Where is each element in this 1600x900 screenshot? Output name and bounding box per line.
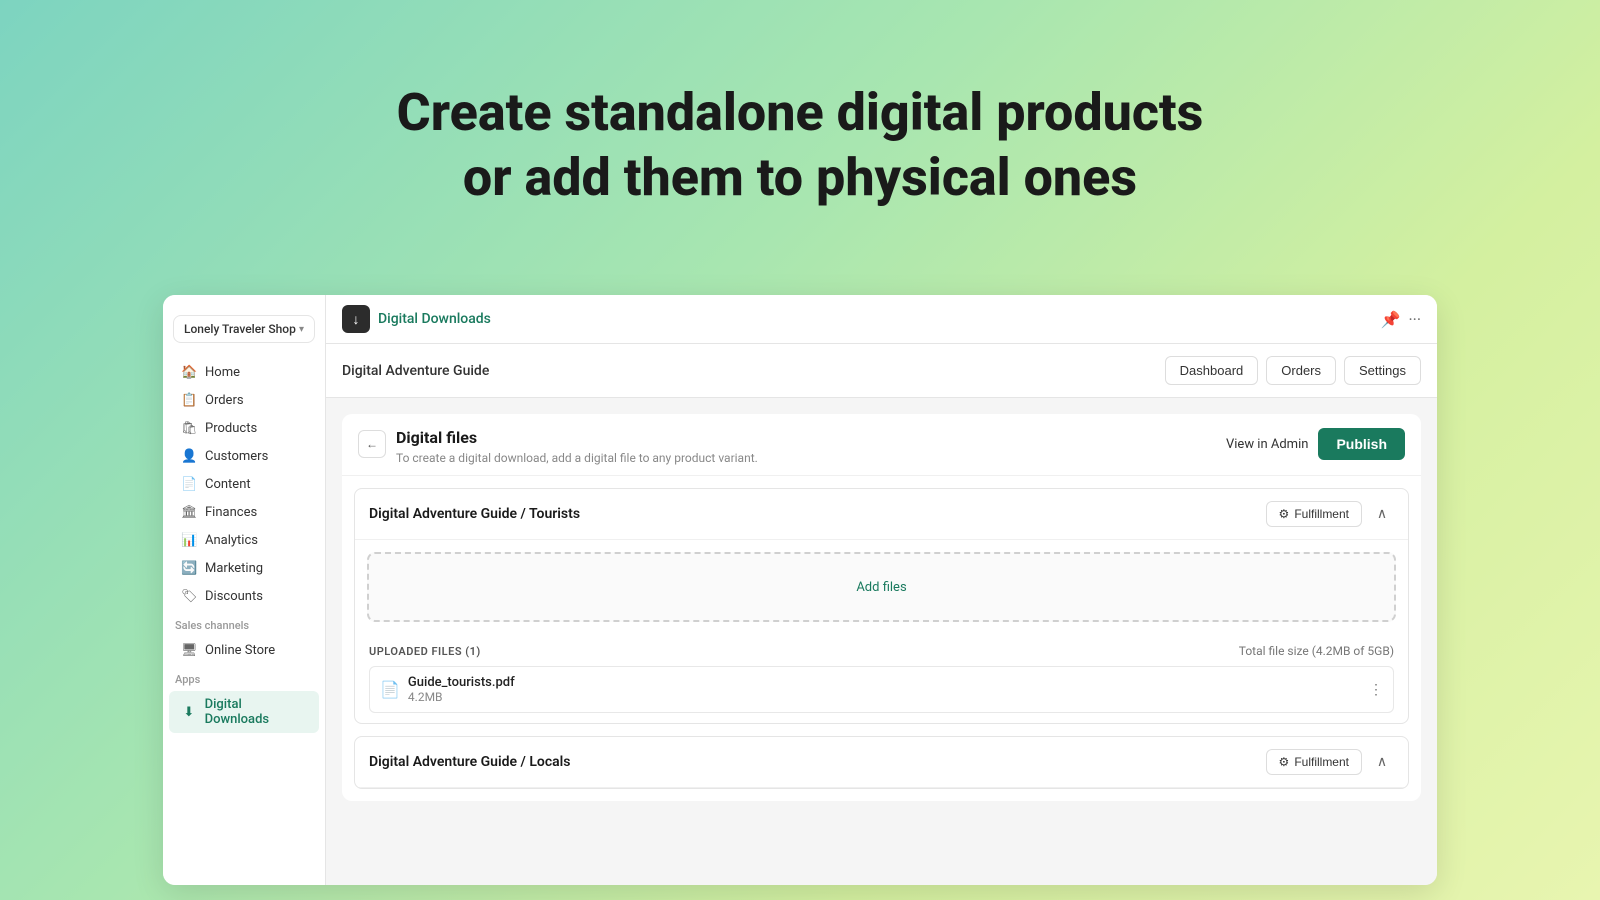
upload-zone[interactable]: Add files [367, 552, 1396, 622]
gear-icon-2: ⚙ [1279, 755, 1290, 769]
collapse-button-2[interactable]: ∧ [1370, 750, 1394, 774]
settings-button[interactable]: Settings [1344, 356, 1421, 385]
sidebar: Lonely Traveler Shop ▾ 🏠 Home 📋 Orders 🛍… [163, 295, 326, 885]
download-icon: ↓ [353, 311, 360, 328]
sidebar-item-label: Content [205, 477, 251, 492]
sidebar-item-marketing[interactable]: 🔄 Marketing [169, 555, 319, 582]
digital-files-title: Digital files [396, 428, 758, 447]
hero-section: Create standalone digital products or ad… [0, 0, 1600, 250]
total-size: Total file size (4.2MB of 5GB) [1239, 644, 1394, 658]
product-section-actions-2: ⚙ Fulfillment ∧ [1266, 749, 1394, 775]
top-bar: ↓ Digital Downloads 📌 ··· [326, 295, 1437, 344]
pin-icon[interactable]: 📌 [1381, 310, 1401, 329]
chevron-down-icon: ▾ [299, 324, 304, 335]
page-title: Digital Adventure Guide [342, 363, 489, 379]
digital-files-card: ← Digital files To create a digital down… [342, 414, 1421, 801]
content-icon: 📄 [181, 477, 197, 492]
apps-label: Apps [163, 665, 325, 690]
product-section-actions: ⚙ Fulfillment ∧ [1266, 501, 1394, 527]
analytics-icon: 📊 [181, 533, 197, 548]
file-icon: 📄 [380, 680, 400, 699]
sidebar-item-digital-downloads[interactable]: ⬇ Digital Downloads [169, 691, 319, 733]
fulfillment-label: Fulfillment [1294, 507, 1349, 521]
fulfillment-button[interactable]: ⚙ Fulfillment [1266, 501, 1362, 527]
customers-icon: 👤 [181, 449, 197, 464]
content-area: ↓ Digital Downloads 📌 ··· Digital Advent… [326, 295, 1437, 885]
collapse-button[interactable]: ∧ [1370, 502, 1394, 526]
sidebar-item-finances[interactable]: 🏛 Finances [169, 499, 319, 526]
sidebar-item-label: Home [205, 365, 240, 380]
sidebar-item-label: Analytics [205, 533, 258, 548]
top-bar-left: ↓ Digital Downloads [342, 305, 491, 333]
app-name: Digital Downloads [378, 311, 491, 327]
digital-files-header-left: ← Digital files To create a digital down… [358, 428, 758, 465]
discounts-icon: 🏷 [181, 589, 197, 604]
sidebar-item-label: Products [205, 421, 257, 436]
file-size: 4.2MB [408, 690, 515, 704]
sidebar-item-orders[interactable]: 📋 Orders [169, 387, 319, 414]
online-store-icon: 🖥 [181, 643, 197, 658]
sidebar-item-products[interactable]: 🛍 Products [169, 415, 319, 442]
digital-downloads-icon: ⬇ [181, 705, 197, 720]
uploaded-files-section: UPLOADED FILES (1) Total file size (4.2M… [355, 634, 1408, 723]
orders-icon: 📋 [181, 393, 197, 408]
more-icon[interactable]: ··· [1408, 310, 1421, 329]
sales-channels-label: Sales channels [163, 611, 325, 636]
sidebar-item-discounts[interactable]: 🏷 Discounts [169, 583, 319, 610]
main-card: Lonely Traveler Shop ▾ 🏠 Home 📋 Orders 🛍… [163, 295, 1437, 885]
sidebar-item-home[interactable]: 🏠 Home [169, 359, 319, 386]
file-more-button[interactable]: ⋮ [1369, 682, 1383, 698]
digital-files-subtitle: To create a digital download, add a digi… [396, 451, 758, 465]
uploaded-files-header: UPLOADED FILES (1) Total file size (4.2M… [369, 644, 1394, 658]
back-button[interactable]: ← [358, 430, 386, 458]
file-name: Guide_tourists.pdf [408, 675, 515, 690]
dashboard-button[interactable]: Dashboard [1165, 356, 1259, 385]
page-header-buttons: Dashboard Orders Settings [1165, 356, 1421, 385]
app-icon: ↓ [342, 305, 370, 333]
hero-title: Create standalone digital products or ad… [0, 80, 1600, 210]
product-section-locals: Digital Adventure Guide / Locals ⚙ Fulfi… [354, 736, 1409, 789]
page-header: Digital Adventure Guide Dashboard Orders… [326, 344, 1437, 398]
sidebar-item-online-store[interactable]: 🖥 Online Store [169, 637, 319, 664]
publish-button[interactable]: Publish [1318, 428, 1405, 460]
file-row-left: 📄 Guide_tourists.pdf 4.2MB [380, 675, 515, 704]
sidebar-item-label: Finances [205, 505, 257, 520]
gear-icon: ⚙ [1279, 507, 1290, 521]
product-section-header-2: Digital Adventure Guide / Locals ⚙ Fulfi… [355, 737, 1408, 788]
digital-files-header-right: View in Admin Publish [1226, 428, 1405, 460]
orders-button[interactable]: Orders [1266, 356, 1336, 385]
products-icon: 🛍 [181, 421, 197, 436]
sidebar-item-label: Digital Downloads [205, 697, 307, 727]
product-section-tourists: Digital Adventure Guide / Tourists ⚙ Ful… [354, 488, 1409, 724]
uploaded-label: UPLOADED FILES (1) [369, 645, 481, 658]
file-row: 📄 Guide_tourists.pdf 4.2MB ⋮ [369, 666, 1394, 713]
sidebar-item-customers[interactable]: 👤 Customers [169, 443, 319, 470]
file-info: Guide_tourists.pdf 4.2MB [408, 675, 515, 704]
sidebar-item-label: Online Store [205, 643, 275, 658]
add-files-link[interactable]: Add files [856, 580, 906, 595]
hero-line2: or add them to physical ones [463, 147, 1137, 208]
sidebar-item-label: Customers [205, 449, 268, 464]
finances-icon: 🏛 [181, 505, 197, 520]
digital-files-title-block: Digital files To create a digital downlo… [396, 428, 758, 465]
product-section-header: Digital Adventure Guide / Tourists ⚙ Ful… [355, 489, 1408, 540]
product-section-title-2: Digital Adventure Guide / Locals [369, 754, 570, 770]
shop-selector[interactable]: Lonely Traveler Shop ▾ [173, 315, 315, 343]
product-section-title: Digital Adventure Guide / Tourists [369, 506, 580, 522]
sidebar-item-label: Discounts [205, 589, 263, 604]
marketing-icon: 🔄 [181, 561, 197, 576]
sidebar-item-analytics[interactable]: 📊 Analytics [169, 527, 319, 554]
fulfillment-button-2[interactable]: ⚙ Fulfillment [1266, 749, 1362, 775]
view-in-admin-link[interactable]: View in Admin [1226, 437, 1308, 452]
shop-name: Lonely Traveler Shop [184, 322, 296, 336]
fulfillment-label-2: Fulfillment [1294, 755, 1349, 769]
home-icon: 🏠 [181, 365, 197, 380]
sidebar-item-content[interactable]: 📄 Content [169, 471, 319, 498]
sidebar-item-label: Marketing [205, 561, 263, 576]
top-bar-right: 📌 ··· [1381, 310, 1421, 329]
hero-line1: Create standalone digital products [397, 82, 1204, 143]
inner-content: ← Digital files To create a digital down… [326, 398, 1437, 885]
sidebar-item-label: Orders [205, 393, 244, 408]
digital-files-header: ← Digital files To create a digital down… [342, 414, 1421, 476]
